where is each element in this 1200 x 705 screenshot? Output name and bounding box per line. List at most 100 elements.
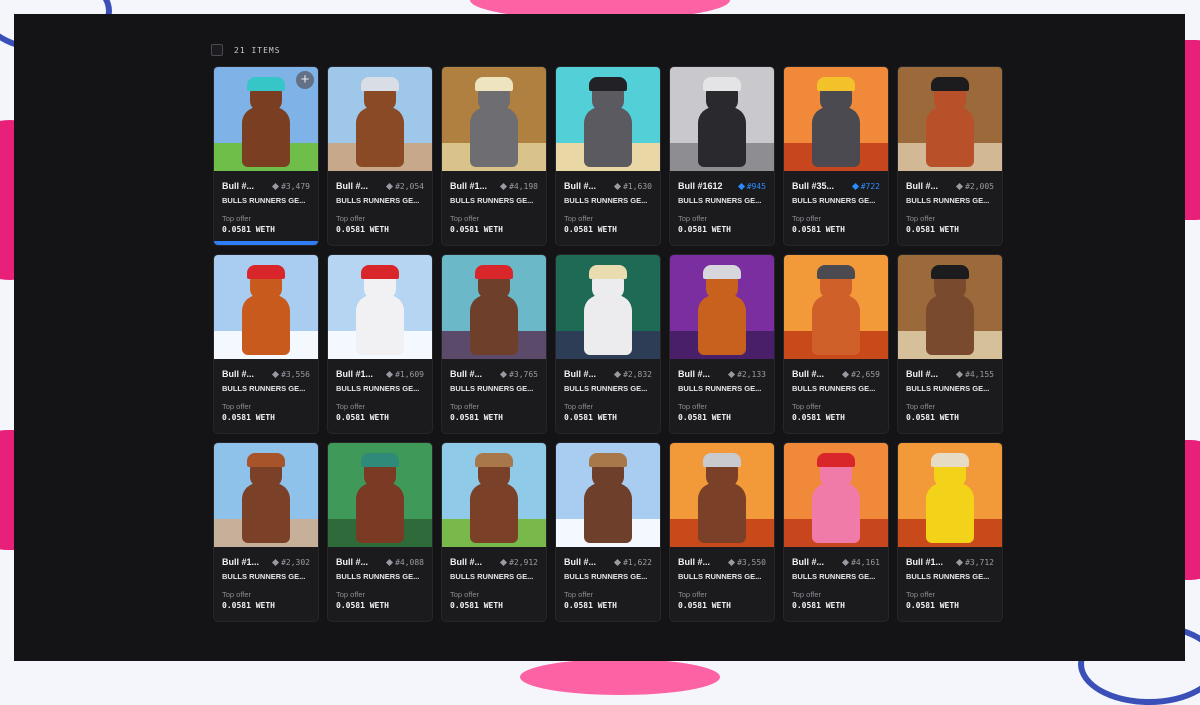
diamond-icon: [272, 558, 280, 566]
card-info: Bull #... #3,479 BULLS RUNNERS GE... Top…: [214, 171, 318, 234]
nft-card[interactable]: Bull #1... #2,302 BULLS RUNNERS GE... To…: [213, 442, 319, 622]
top-offer-label: Top offer: [792, 402, 822, 411]
nft-card[interactable]: Bull #... #3,550 BULLS RUNNERS GE... Top…: [669, 442, 775, 622]
bull-body: [242, 107, 290, 167]
nft-image[interactable]: [556, 67, 660, 171]
top-offer-value: 0.0581 WETH: [906, 225, 959, 234]
nft-card[interactable]: Bull #... #2,912 BULLS RUNNERS GE... Top…: [441, 442, 547, 622]
nft-image[interactable]: [442, 443, 546, 547]
diamond-icon: [737, 182, 745, 190]
nft-image[interactable]: [442, 67, 546, 171]
collection-name: BULLS RUNNERS GE...: [792, 384, 876, 393]
nft-card[interactable]: Bull #1... #3,712 BULLS RUNNERS GE... To…: [897, 442, 1003, 622]
top-offer-value: 0.0581 WETH: [564, 225, 617, 234]
nft-image[interactable]: [556, 443, 660, 547]
nft-image[interactable]: [670, 443, 774, 547]
rank-value: #1,609: [395, 369, 424, 379]
nft-image[interactable]: [898, 67, 1002, 171]
top-offer-label: Top offer: [678, 590, 708, 599]
card-title-row: Bull #... #3,550: [678, 555, 766, 569]
nft-card[interactable]: Bull #... #2,133 BULLS RUNNERS GE... Top…: [669, 254, 775, 434]
bull-body: [242, 483, 290, 543]
nft-name: Bull #1...: [450, 181, 488, 191]
nft-card[interactable]: Bull #... #2,054 BULLS RUNNERS GE... Top…: [327, 66, 433, 246]
nft-card[interactable]: Bull #... #3,765 BULLS RUNNERS GE... Top…: [441, 254, 547, 434]
nft-image[interactable]: [328, 443, 432, 547]
top-offer-label: Top offer: [450, 214, 480, 223]
select-all-checkbox[interactable]: [211, 44, 223, 56]
bull-body: [926, 107, 974, 167]
nft-image[interactable]: [898, 255, 1002, 359]
rarity-rank: #1,622: [614, 558, 652, 567]
collection-name: BULLS RUNNERS GE...: [678, 572, 762, 581]
nft-card[interactable]: Bull #... #1,622 BULLS RUNNERS GE... Top…: [555, 442, 661, 622]
bull-hat: [931, 453, 969, 467]
nft-image[interactable]: [784, 443, 888, 547]
nft-image[interactable]: [784, 67, 888, 171]
nft-card[interactable]: Bull #1... #1,609 BULLS RUNNERS GE... To…: [327, 254, 433, 434]
diamond-icon: [956, 370, 964, 378]
card-title-row: Bull #... #2,832: [564, 367, 652, 381]
bull-hat: [931, 77, 969, 91]
nft-card[interactable]: Bull #... #4,161 BULLS RUNNERS GE... Top…: [783, 442, 889, 622]
nft-card[interactable]: Bull #... #3,556 BULLS RUNNERS GE... Top…: [213, 254, 319, 434]
nft-card[interactable]: Bull #... #4,088 BULLS RUNNERS GE... Top…: [327, 442, 433, 622]
card-info: Bull #... #4,161 BULLS RUNNERS GE... Top…: [784, 547, 888, 610]
nft-image[interactable]: [898, 443, 1002, 547]
nft-card[interactable]: Bull #... #2,832 BULLS RUNNERS GE... Top…: [555, 254, 661, 434]
collection-name: BULLS RUNNERS GE...: [450, 196, 534, 205]
top-offer-label: Top offer: [336, 590, 366, 599]
nft-image[interactable]: [214, 255, 318, 359]
rarity-rank: #2,005: [956, 182, 994, 191]
nft-card[interactable]: + Bull #... #3,479 BULLS RUNNERS GE... T…: [213, 66, 319, 246]
nft-image[interactable]: [328, 67, 432, 171]
nft-name: Bull #1...: [906, 557, 944, 567]
nft-image[interactable]: [784, 255, 888, 359]
card-title-row: Bull #1... #3,712: [906, 555, 994, 569]
nft-card[interactable]: Bull #35... #722 BULLS RUNNERS GE... Top…: [783, 66, 889, 246]
card-title-row: Bull #... #3,479: [222, 179, 310, 193]
nft-name: Bull #...: [450, 369, 483, 379]
card-info: Bull #... #3,556 BULLS RUNNERS GE... Top…: [214, 359, 318, 422]
nft-card[interactable]: Bull #... #2,005 BULLS RUNNERS GE... Top…: [897, 66, 1003, 246]
nft-name: Bull #...: [450, 557, 483, 567]
rank-value: #945: [746, 181, 766, 191]
bull-body: [242, 295, 290, 355]
top-offer-value: 0.0581 WETH: [222, 225, 275, 234]
diamond-icon: [956, 182, 964, 190]
bull-hat: [475, 77, 513, 91]
nft-image[interactable]: [670, 67, 774, 171]
plus-icon[interactable]: +: [296, 71, 314, 89]
nft-image[interactable]: +: [214, 67, 318, 171]
top-offer-label: Top offer: [564, 402, 594, 411]
nft-image[interactable]: [670, 255, 774, 359]
bull-hat: [589, 453, 627, 467]
nft-name: Bull #35...: [792, 181, 835, 191]
rank-value: #3,556: [281, 369, 310, 379]
collection-name: BULLS RUNNERS GE...: [906, 196, 990, 205]
card-title-row: Bull #... #4,088: [336, 555, 424, 569]
nft-name: Bull #...: [792, 557, 825, 567]
nft-image[interactable]: [214, 443, 318, 547]
rarity-rank: #2,133: [728, 370, 766, 379]
collection-name: BULLS RUNNERS GE...: [450, 572, 534, 581]
nft-card[interactable]: Bull #... #1,630 BULLS RUNNERS GE... Top…: [555, 66, 661, 246]
nft-image[interactable]: [556, 255, 660, 359]
collection-panel: 21 ITEMS + Bull #... #3,479 BULLS RUNNER…: [14, 14, 1185, 661]
nft-image[interactable]: [442, 255, 546, 359]
nft-card[interactable]: Bull #1... #4,198 BULLS RUNNERS GE... To…: [441, 66, 547, 246]
nft-name: Bull #1612: [678, 181, 723, 191]
card-title-row: Bull #... #1,622: [564, 555, 652, 569]
card-info: Bull #1... #4,198 BULLS RUNNERS GE... To…: [442, 171, 546, 234]
nft-image[interactable]: [328, 255, 432, 359]
diamond-icon: [842, 370, 850, 378]
rarity-rank: #2,659: [842, 370, 880, 379]
nft-card[interactable]: Bull #... #2,659 BULLS RUNNERS GE... Top…: [783, 254, 889, 434]
nft-card[interactable]: Bull #... #4,155 BULLS RUNNERS GE... Top…: [897, 254, 1003, 434]
diamond-icon: [614, 182, 622, 190]
diamond-icon: [500, 182, 508, 190]
rank-value: #3,479: [281, 181, 310, 191]
collection-name: BULLS RUNNERS GE...: [792, 196, 876, 205]
rarity-rank: #4,198: [500, 182, 538, 191]
nft-card[interactable]: Bull #1612 #945 BULLS RUNNERS GE... Top …: [669, 66, 775, 246]
